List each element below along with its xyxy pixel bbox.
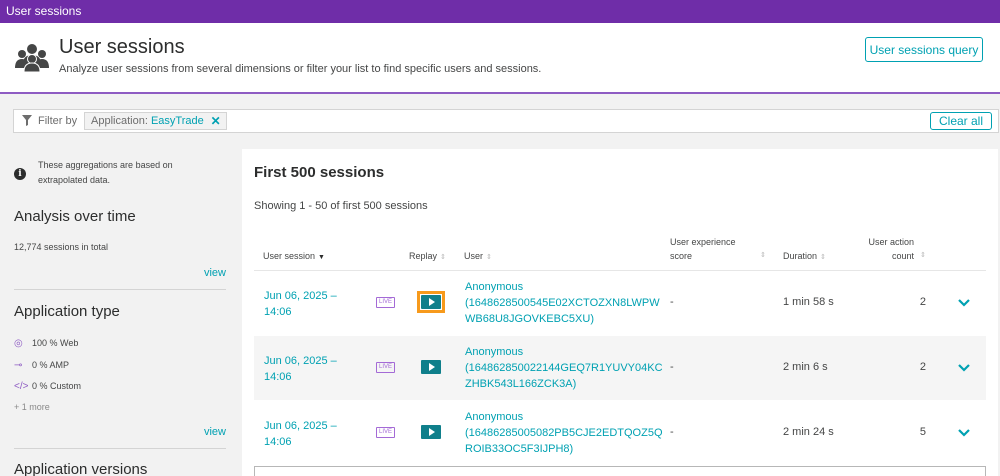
sort-icon[interactable]: ⇕: [760, 249, 766, 263]
app-type-amp: ⊸ 0 % AMP: [14, 360, 70, 371]
application-type-heading: Application type: [14, 303, 120, 320]
sessions-count-text: Showing 1 - 50 of first 500 sessions: [254, 200, 428, 212]
ux-score-value: -: [670, 361, 674, 373]
chevron-down-icon[interactable]: [957, 360, 971, 374]
action-count-value: 5: [919, 426, 926, 438]
globe-icon: ◎: [14, 338, 23, 349]
sessions-panel-title: First 500 sessions: [254, 164, 385, 181]
sidebar-divider: [14, 448, 226, 449]
column-header-ux-score[interactable]: User experience score: [670, 235, 736, 263]
user-link[interactable]: Anonymous (1648628500545E02XCTOZXN8LWPW …: [465, 279, 660, 327]
app-type-custom: </> 0 % Custom: [14, 381, 82, 392]
page-header: User sessions Analyze user sessions from…: [0, 23, 1000, 94]
table-row[interactable]: Jun 06, 2025 – 14:06 LIVE Anonymous (164…: [254, 401, 986, 465]
analysis-view-link[interactable]: view: [204, 267, 226, 279]
code-icon: </>: [14, 381, 29, 392]
info-text: These aggregations are based on extrapol…: [38, 160, 173, 185]
replay-button[interactable]: [417, 291, 445, 313]
sort-icon: ⇕: [486, 254, 492, 261]
replay-button[interactable]: [417, 421, 445, 443]
filter-bar[interactable]: Filter by Application: EasyTrade ✕ Clear…: [13, 109, 999, 133]
duration-value: 2 min 6 s: [783, 361, 828, 373]
ux-score-value: -: [670, 296, 674, 308]
analysis-over-time-heading: Analysis over time: [14, 208, 136, 225]
page-title: User sessions: [59, 36, 185, 58]
users-group-icon: [15, 44, 49, 72]
sort-icon: ⇕: [440, 254, 446, 261]
column-header-user[interactable]: User ⇕: [464, 249, 492, 265]
filter-chip-value: EasyTrade: [150, 115, 204, 127]
user-link[interactable]: Anonymous (164862850022144GEQ7R1YUVY04KC…: [465, 344, 663, 392]
column-header-action-count[interactable]: User action count: [866, 235, 914, 263]
user-sessions-query-button[interactable]: User sessions query: [865, 37, 983, 62]
sort-icon[interactable]: ⇕: [920, 249, 926, 263]
more-app-types-link[interactable]: + 1 more: [14, 402, 50, 412]
live-badge: LIVE: [376, 427, 395, 438]
sessions-total: 12,774 sessions in total: [14, 242, 109, 252]
duration-value: 2 min 24 s: [783, 426, 834, 438]
chevron-down-icon[interactable]: [957, 295, 971, 309]
session-date-link[interactable]: Jun 06, 2025 – 14:06: [264, 418, 354, 450]
ux-score-value: -: [670, 426, 674, 438]
column-header-replay[interactable]: Replay ⇕: [409, 249, 446, 265]
table-row[interactable]: Jun 06, 2025 – 14:06 LIVE Anonymous (164…: [254, 271, 986, 335]
aggregations-sidebar: i These aggregations are based on extrap…: [0, 148, 240, 476]
sidebar-divider: [14, 289, 226, 290]
table-row[interactable]: Jun 06, 2025 – 14:06 LIVE Anonymous (164…: [254, 336, 986, 400]
sessions-panel: First 500 sessions Showing 1 - 50 of fir…: [242, 149, 998, 476]
column-header-user-session[interactable]: User session ▼: [263, 249, 325, 265]
next-row-edge: [254, 466, 986, 476]
session-date-link[interactable]: Jun 06, 2025 – 14:06: [264, 288, 354, 320]
top-bar: User sessions: [0, 0, 1000, 23]
filter-chip-key: Application:: [91, 115, 151, 127]
replay-button[interactable]: [417, 356, 445, 378]
session-date-link[interactable]: Jun 06, 2025 – 14:06: [264, 353, 354, 385]
filter-icon: [22, 115, 32, 126]
page-subtitle: Analyze user sessions from several dimen…: [59, 63, 542, 75]
info-icon: i: [14, 168, 26, 180]
top-bar-title: User sessions: [6, 4, 82, 18]
app-type-web: ◎ 100 % Web: [14, 338, 79, 349]
chevron-down-icon[interactable]: [957, 425, 971, 439]
duration-value: 1 min 58 s: [783, 296, 834, 308]
filter-chip-application[interactable]: Application: EasyTrade ✕: [84, 112, 227, 130]
filter-label: Filter by: [38, 115, 78, 127]
application-type-view-link[interactable]: view: [204, 426, 226, 438]
clear-all-button[interactable]: Clear all: [930, 112, 992, 130]
action-count-value: 2: [919, 296, 926, 308]
live-badge: LIVE: [376, 362, 395, 373]
sort-icon: ⇕: [820, 254, 826, 261]
action-count-value: 2: [919, 361, 926, 373]
play-icon: [421, 360, 441, 374]
play-icon: [421, 295, 441, 309]
amp-icon: ⊸: [14, 360, 23, 371]
remove-filter-icon[interactable]: ✕: [211, 113, 221, 129]
application-versions-heading: Application versions: [14, 461, 148, 476]
play-icon: [421, 425, 441, 439]
column-header-duration[interactable]: Duration ⇕: [783, 249, 826, 265]
user-link[interactable]: Anonymous (16486285005082PB5CJE2EDTQOZ5Q…: [465, 409, 663, 457]
sort-descending-icon: ▼: [318, 254, 325, 261]
live-badge: LIVE: [376, 297, 395, 308]
